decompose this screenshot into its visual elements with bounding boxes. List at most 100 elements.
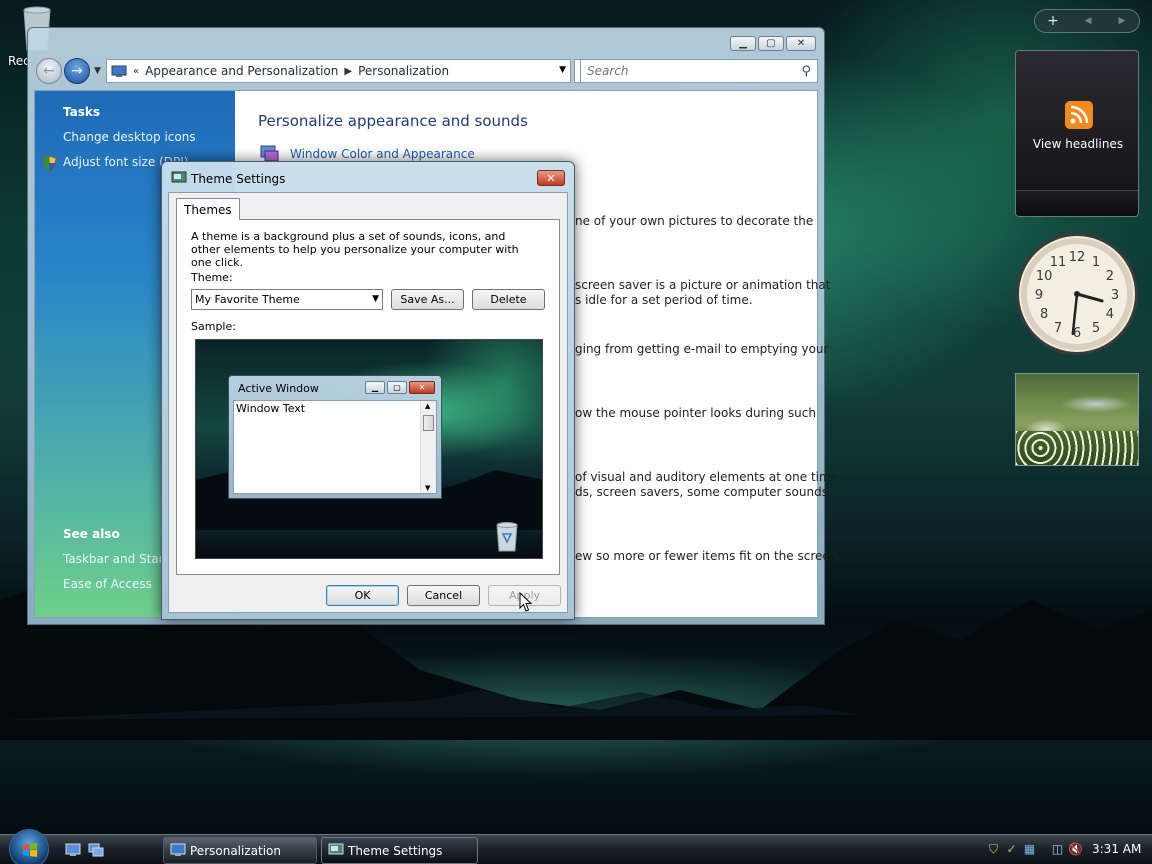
slideshow-gadget[interactable] <box>1015 373 1139 466</box>
clock-number: 1 <box>1092 255 1100 270</box>
taskbar-theme-settings[interactable]: Theme Settings <box>321 837 478 864</box>
clock-number: 12 <box>1069 250 1086 265</box>
network-tray-icon[interactable]: ▦ <box>1022 842 1037 857</box>
sample-window-client: Window Text ▲ ▼ <box>233 400 437 494</box>
screen-saver-description: screen saver is a picture or animation t… <box>575 278 831 308</box>
back-button[interactable]: ← <box>36 58 62 84</box>
add-gadget-button[interactable]: + <box>1035 13 1071 29</box>
breadcrumb-separator-icon[interactable]: ▶ <box>344 66 352 77</box>
close-icon: ✕ <box>546 171 556 185</box>
forward-arrow-icon: → <box>71 63 83 79</box>
description-line: ew so more or fewer items fit on the scr… <box>575 549 842 563</box>
clock-number: 9 <box>1035 288 1043 303</box>
ok-button[interactable]: OK <box>326 585 399 606</box>
theme-sample-preview: Active Window ▁ ▢ ✕ Window Text ▲ ▼ <box>195 339 543 559</box>
search-box[interactable]: ⚲ <box>580 59 818 83</box>
start-button[interactable] <box>9 829 49 864</box>
sample-active-window: Active Window ▁ ▢ ✕ Window Text ▲ ▼ <box>228 375 442 499</box>
sample-window-controls: ▁ ▢ ✕ <box>365 381 435 394</box>
sounds-description: ging from getting e-mail to emptying you… <box>575 342 828 357</box>
scroll-thumb <box>423 415 434 431</box>
scroll-down-icon: ▼ <box>425 484 431 492</box>
sample-window-text: Window Text <box>236 402 306 415</box>
windows-update-tray-icon[interactable]: ✓ <box>1004 842 1019 857</box>
clock-number: 7 <box>1054 321 1062 336</box>
cancel-button[interactable]: Cancel <box>407 585 480 606</box>
dialog-title: Theme Settings <box>191 172 286 186</box>
scroll-up-icon: ▲ <box>425 402 431 410</box>
close-button[interactable]: ✕ <box>786 36 816 51</box>
theme-settings-task-icon <box>328 843 344 855</box>
mouse-pointers-description: ow the mouse pointer looks during such <box>575 406 816 421</box>
personalization-task-icon <box>170 843 186 856</box>
address-dropdown-icon[interactable]: ▼ <box>559 65 566 75</box>
network-connection-tray-icon[interactable]: ◫ <box>1050 842 1065 857</box>
clock-number: 2 <box>1106 269 1114 284</box>
sample-minimize-icon: ▁ <box>365 381 385 394</box>
search-input[interactable] <box>587 64 787 78</box>
clock-number: 10 <box>1036 269 1053 284</box>
sample-close-icon: ✕ <box>409 381 435 394</box>
taskbar-personalization[interactable]: Personalization <box>163 837 317 864</box>
themes-tab-panel: A theme is a background plus a set of so… <box>176 219 560 575</box>
dialog-body: Themes A theme is a background plus a se… <box>168 192 568 613</box>
feed-headlines-gadget[interactable]: View headlines <box>1015 50 1139 217</box>
tab-themes[interactable]: Themes <box>176 198 240 220</box>
taskbar-clock[interactable]: 3:31 AM <box>1092 842 1141 856</box>
description-line: of visual and auditory elements at one t… <box>575 470 839 484</box>
uac-shield-icon <box>42 155 57 171</box>
chevron-down-icon: ▼ <box>372 294 379 304</box>
maximize-button[interactable]: ▢ <box>758 36 784 51</box>
clock-number: 8 <box>1040 307 1048 322</box>
dialog-close-button[interactable]: ✕ <box>537 170 565 186</box>
recent-pages-dropdown-icon[interactable]: ▼ <box>94 66 101 76</box>
window-color-link[interactable]: Window Color and Appearance <box>290 147 475 161</box>
description-line: ne of your own pictures to decorate the <box>575 214 814 228</box>
breadcrumb-overflow[interactable]: « <box>133 66 139 77</box>
breadcrumb-personalization[interactable]: Personalization <box>358 64 449 78</box>
change-desktop-icons-link[interactable]: Change desktop icons <box>63 130 196 144</box>
theme-settings-dialog: Theme Settings ✕ Themes A theme is a bac… <box>161 161 575 620</box>
taskbar-theme-settings-label: Theme Settings <box>348 843 443 858</box>
switch-windows-icon[interactable] <box>88 843 104 857</box>
page-title: Personalize appearance and sounds <box>258 112 528 130</box>
sample-scrollbar: ▲ ▼ <box>420 401 436 493</box>
description-line: s idle for a set period of time. <box>575 293 753 307</box>
save-as-button[interactable]: Save As... <box>391 289 464 310</box>
sample-window-title: Active Window <box>238 382 319 395</box>
description-line: screen saver is a picture or animation t… <box>575 278 831 292</box>
tasks-heading: Tasks <box>63 105 101 119</box>
feed-gadget-footer <box>1016 190 1138 216</box>
security-shield-tray-icon[interactable]: ⛉ <box>986 842 1001 857</box>
clock-number: 3 <box>1111 288 1119 303</box>
forward-button[interactable]: → <box>64 58 90 84</box>
address-bar[interactable]: « Appearance and Personalization ▶ Perso… <box>106 59 571 83</box>
volume-muted-tray-icon[interactable]: 🔇 <box>1068 842 1083 857</box>
sample-recycle-bin-icon <box>496 522 518 552</box>
gadget-next-icon[interactable]: ▶ <box>1105 16 1139 26</box>
clock-number: 4 <box>1106 307 1114 322</box>
theme-settings-icon <box>171 171 187 183</box>
taskbar: Personalization Theme Settings ⛉ ✓ ▦ ◫ 🔇… <box>0 829 1152 864</box>
back-arrow-icon: ← <box>43 63 55 79</box>
breadcrumb-appearance[interactable]: Appearance and Personalization <box>145 64 338 78</box>
theme-intro-text: A theme is a background plus a set of so… <box>191 230 519 269</box>
delete-button[interactable]: Delete <box>472 289 545 310</box>
sidebar-gadget-bar: + ◀ ▶ <box>1034 9 1140 33</box>
ease-of-access-link[interactable]: Ease of Access <box>63 577 152 591</box>
view-headlines-text[interactable]: View headlines <box>1016 137 1140 151</box>
window-controls: ▁ ▢ ✕ <box>730 36 816 51</box>
gadget-prev-icon[interactable]: ◀ <box>1071 16 1105 26</box>
theme-select-value: My Favorite Theme <box>195 293 300 306</box>
description-line: ds, screen savers, some computer sounds, <box>575 485 832 499</box>
see-also-heading: See also <box>63 527 120 541</box>
control-panel-icon <box>111 65 127 77</box>
theme-select[interactable]: My Favorite Theme ▼ <box>191 289 383 310</box>
search-icon[interactable]: ⚲ <box>801 64 811 79</box>
show-desktop-icon[interactable] <box>65 843 81 857</box>
theme-label: Theme: <box>191 271 233 284</box>
desktop-background-description: ne of your own pictures to decorate the <box>575 214 815 229</box>
minimize-button[interactable]: ▁ <box>730 36 756 51</box>
theme-description: of visual and auditory elements at one t… <box>575 470 839 500</box>
slideshow-image <box>1016 431 1138 465</box>
